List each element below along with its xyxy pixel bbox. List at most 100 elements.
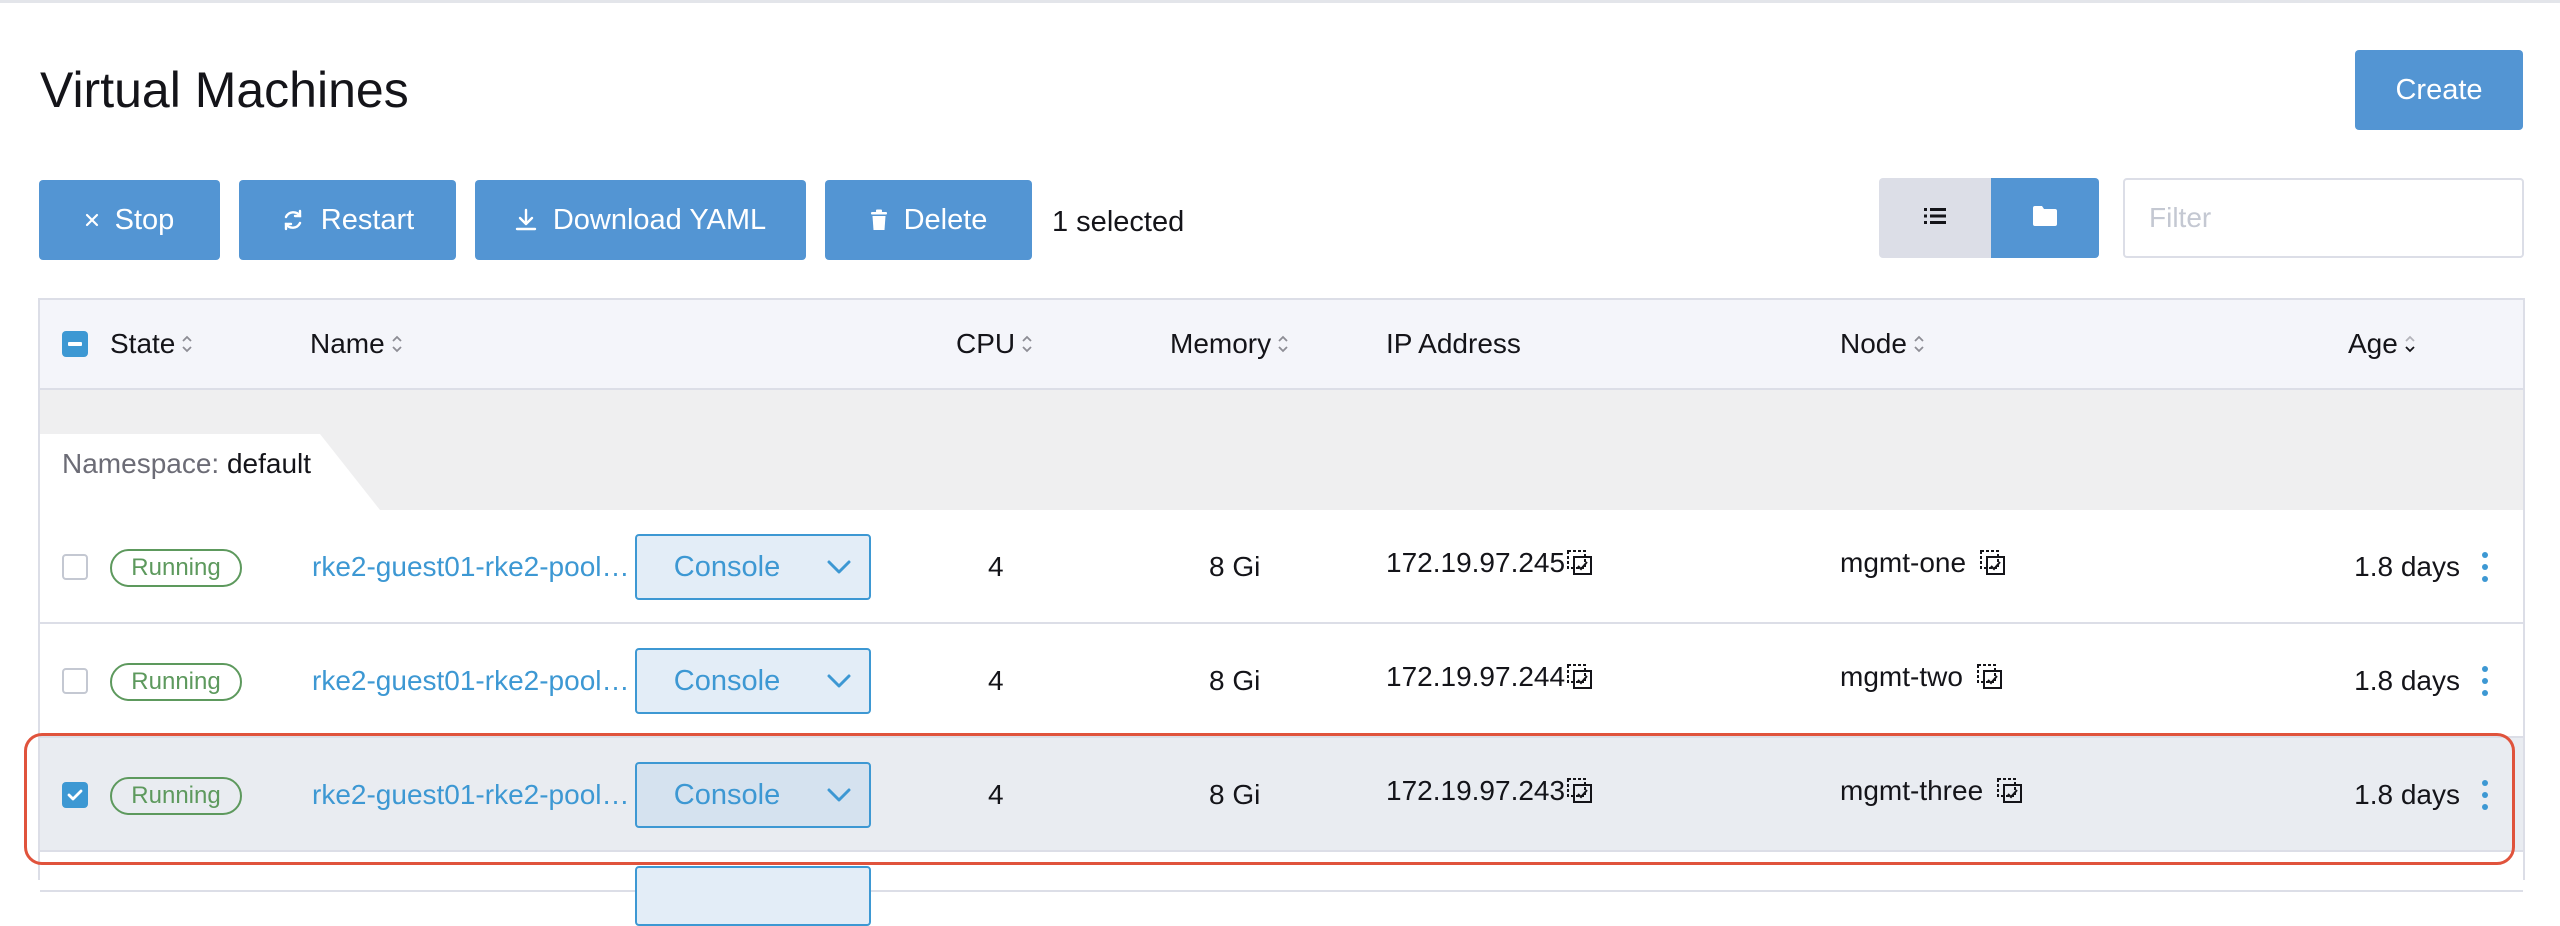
namespace-group: Namespace: default	[40, 390, 2523, 510]
vm-name-link[interactable]: rke2-guest01-rke2-pool…	[312, 662, 632, 700]
folder-icon	[2033, 205, 2057, 231]
copy-icon[interactable]	[1565, 662, 1595, 692]
age-value: 1.8 days	[2354, 779, 2460, 810]
console-button[interactable]	[635, 866, 871, 926]
table-row[interactable]: Running rke2-guest01-rke2-pool… Console …	[40, 624, 2523, 738]
age-value: 1.8 days	[2354, 551, 2460, 582]
node-value: mgmt-two	[1840, 661, 1963, 692]
restart-button[interactable]: Restart	[239, 180, 456, 260]
age-value: 1.8 days	[2354, 665, 2460, 696]
header-cpu-label: CPU	[956, 328, 1016, 359]
console-label: Console	[673, 664, 781, 697]
refresh-icon	[281, 208, 305, 232]
copy-icon[interactable]	[1975, 662, 2005, 692]
header-name[interactable]: Name	[310, 300, 403, 388]
filter-input[interactable]	[2123, 178, 2524, 258]
memory-value: 8 Gi	[1209, 779, 1261, 810]
view-toggle	[1879, 178, 2099, 258]
header-ip-address: IP Address	[1386, 300, 1521, 388]
sort-icon	[391, 333, 403, 355]
sort-icon	[1277, 333, 1289, 355]
header-state-label: State	[110, 328, 176, 359]
vm-table: State Name CPU Memory IP Address Node Ag…	[38, 298, 2525, 926]
close-icon	[85, 213, 99, 227]
download-icon	[515, 208, 537, 232]
cpu-value: 4	[988, 551, 1004, 582]
row-checkbox[interactable]	[62, 554, 88, 580]
header-memory-label: Memory	[1170, 328, 1272, 359]
trash-icon	[870, 209, 888, 231]
copy-icon[interactable]	[1565, 776, 1595, 806]
header-cpu[interactable]: CPU	[956, 300, 1033, 388]
console-button[interactable]: Console	[635, 648, 871, 714]
ip-address-cell: 172.19.97.243	[1386, 772, 1595, 810]
ip-address-cell: 172.19.97.245	[1386, 544, 1595, 582]
delete-button-label: Delete	[903, 203, 988, 236]
node-cell: mgmt-two	[1840, 658, 2005, 696]
copy-icon[interactable]	[1995, 776, 2025, 806]
minus-icon	[68, 342, 82, 346]
download-yaml-label: Download YAML	[552, 203, 767, 236]
select-all-checkbox[interactable]	[62, 331, 88, 357]
sort-icon	[1021, 333, 1033, 355]
page-title: Virtual Machines	[40, 62, 409, 118]
create-button-label: Create	[2395, 73, 2483, 106]
ip-address-value: 172.19.97.244	[1386, 661, 1566, 692]
header-age[interactable]: Age	[2348, 300, 2416, 388]
delete-button[interactable]: Delete	[825, 180, 1032, 260]
create-button[interactable]: Create	[2355, 50, 2523, 130]
console-label: Console	[673, 550, 781, 583]
header-ip-label: IP Address	[1386, 328, 1521, 359]
row-actions-menu-icon[interactable]	[2470, 772, 2500, 818]
console-button[interactable]: Console	[635, 534, 871, 600]
stop-button[interactable]: Stop	[39, 180, 220, 260]
chevron-down-icon[interactable]	[809, 536, 869, 598]
header-node[interactable]: Node	[1840, 300, 1925, 388]
status-badge: Running	[110, 549, 242, 587]
namespace-value: default	[226, 448, 312, 479]
node-cell: mgmt-three	[1840, 772, 2025, 810]
ip-address-value: 172.19.97.245	[1386, 547, 1566, 578]
status-badge: Running	[110, 663, 242, 701]
header-node-label: Node	[1840, 328, 1907, 359]
console-button[interactable]: Console	[635, 762, 871, 828]
list-icon	[1924, 207, 1946, 230]
row-actions-menu-icon[interactable]	[2470, 658, 2500, 704]
namespace-key: Namespace:	[62, 448, 220, 479]
status-badge: Running	[110, 777, 242, 815]
header-age-label: Age	[2348, 328, 2398, 359]
table-row-selected[interactable]: Running rke2-guest01-rke2-pool… Console …	[40, 738, 2523, 852]
download-yaml-button[interactable]: Download YAML	[475, 180, 806, 260]
header-state[interactable]: State	[110, 300, 193, 388]
chevron-down-icon[interactable]	[809, 650, 869, 712]
table-row[interactable]: Running rke2-guest01-rke2-pool… Console …	[40, 510, 2523, 624]
table-row-partial[interactable]	[40, 852, 2523, 926]
console-label: Console	[673, 778, 781, 811]
list-view-button[interactable]	[1879, 178, 1991, 258]
cpu-value: 4	[988, 665, 1004, 696]
copy-icon[interactable]	[1978, 548, 2008, 578]
row-checkbox-checked[interactable]	[62, 782, 88, 808]
vm-name-link[interactable]: rke2-guest01-rke2-pool…	[312, 776, 632, 814]
node-value: mgmt-one	[1840, 547, 1967, 578]
checkmark-icon	[67, 789, 83, 801]
chevron-down-icon[interactable]	[809, 764, 869, 826]
sort-icon	[1913, 333, 1925, 355]
ip-address-value: 172.19.97.243	[1386, 775, 1566, 806]
header-memory[interactable]: Memory	[1170, 300, 1289, 388]
ip-address-cell: 172.19.97.244	[1386, 658, 1595, 696]
stop-button-label: Stop	[114, 203, 175, 236]
header-name-label: Name	[310, 328, 385, 359]
node-value: mgmt-three	[1840, 775, 1984, 806]
memory-value: 8 Gi	[1209, 665, 1261, 696]
row-checkbox[interactable]	[62, 668, 88, 694]
table-header: State Name CPU Memory IP Address Node Ag…	[40, 300, 2523, 390]
row-actions-menu-icon[interactable]	[2470, 544, 2500, 590]
cpu-value: 4	[988, 779, 1004, 810]
sort-desc-icon	[2404, 333, 2416, 355]
memory-value: 8 Gi	[1209, 551, 1261, 582]
namespace-group-label: Namespace: default	[62, 446, 311, 482]
vm-name-link[interactable]: rke2-guest01-rke2-pool…	[312, 548, 632, 586]
copy-icon[interactable]	[1565, 548, 1595, 578]
group-view-button[interactable]	[1991, 178, 2099, 258]
